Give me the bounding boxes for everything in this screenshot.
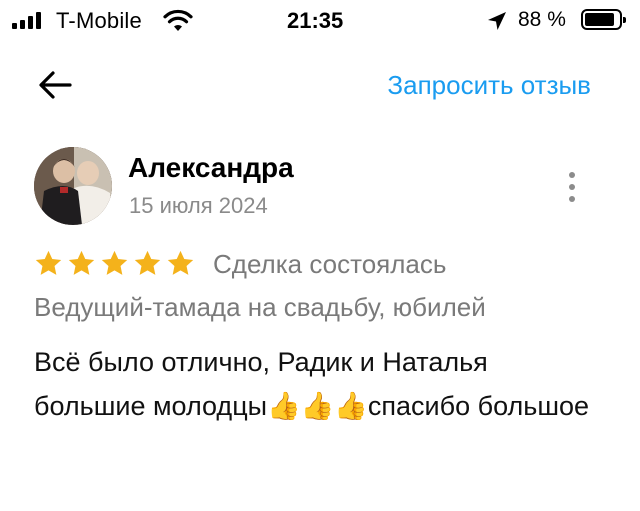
carrier-name: T-Mobile	[56, 8, 142, 33]
star-icon	[134, 250, 161, 275]
rating-stars	[34, 249, 195, 278]
star-icon	[167, 250, 194, 275]
more-options-icon[interactable]	[566, 172, 578, 202]
wifi-icon	[163, 9, 193, 31]
review-author: Александра	[128, 152, 294, 183]
status-bar: T-Mobile 21:35 88 %	[0, 0, 640, 40]
signal-icon	[12, 11, 41, 29]
battery-icon	[581, 9, 626, 30]
request-review-link[interactable]: Запросить отзыв	[387, 70, 591, 101]
battery-percent: 88 %	[518, 8, 566, 31]
service-name: Ведущий-тамада на свадьбу, юбилей	[34, 292, 486, 322]
avatar	[34, 147, 112, 225]
review-date: 15 июля 2024	[129, 193, 268, 218]
deal-status: Сделка состоялась	[213, 249, 447, 279]
back-arrow-icon[interactable]	[36, 65, 76, 105]
battery-fill	[585, 13, 614, 26]
star-icon	[35, 250, 62, 275]
clock: 21:35	[287, 8, 344, 33]
star-icon	[68, 250, 95, 275]
star-icon	[101, 250, 128, 275]
review-text: Всё было отлично, Радик и Наталья больши…	[34, 347, 590, 421]
location-arrow-icon	[488, 12, 506, 30]
